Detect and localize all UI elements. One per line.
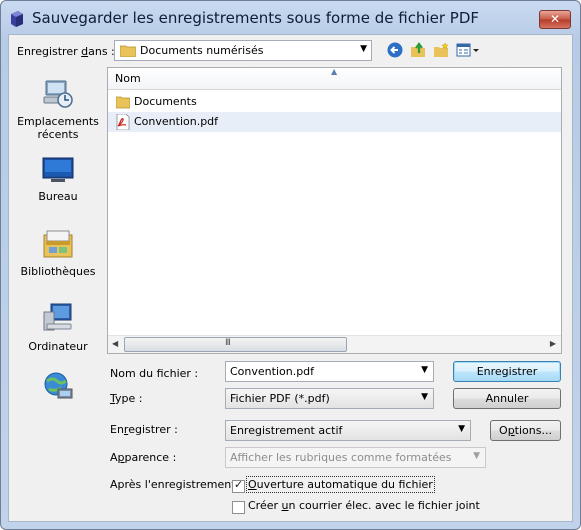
- cancel-button[interactable]: Annuler: [453, 388, 561, 409]
- close-icon: ✕: [549, 12, 561, 26]
- window-title: Sauvegarder les enregistrements sous for…: [32, 9, 479, 27]
- attach-email-checkbox[interactable]: [232, 501, 245, 514]
- folder-icon: [120, 45, 136, 57]
- list-item[interactable]: Documents: [108, 92, 561, 112]
- appearance-select[interactable]: Afficher les rubriques comme formatées ▼: [225, 447, 486, 468]
- place-label: Bureau: [38, 190, 78, 203]
- place-label: Ordinateur: [28, 340, 88, 353]
- open-automatically-checkbox[interactable]: ✓: [232, 478, 245, 493]
- open-automatically-label[interactable]: Ouverture automatique du fichier: [246, 476, 435, 493]
- chevron-down-icon: ▼: [473, 451, 480, 461]
- pdf-file-icon: [116, 114, 130, 130]
- save-in-label: Enregistrer dans :: [17, 45, 115, 58]
- column-header-label: Nom: [115, 72, 141, 85]
- attach-email-label[interactable]: Créer un courrier élec. avec le fichier …: [248, 499, 480, 512]
- app-icon: [11, 11, 23, 27]
- close-button[interactable]: ✕: [539, 10, 571, 29]
- places-bar: Emplacements récents Bureau Bibliothèque…: [9, 67, 107, 457]
- scroll-grip: III: [225, 338, 231, 348]
- options-button[interactable]: Options...: [490, 420, 561, 441]
- column-header-name[interactable]: Nom ▲: [108, 67, 561, 90]
- back-icon[interactable]: [387, 42, 403, 58]
- save-as-pdf-dialog: Sauvegarder les enregistrements sous for…: [0, 0, 581, 530]
- sort-ascending-icon: ▲: [331, 67, 338, 76]
- record-value: Enregistrement actif: [230, 424, 343, 437]
- chevron-down-icon: ▼: [458, 424, 465, 434]
- new-folder-icon[interactable]: [433, 42, 449, 58]
- recent-places-icon: [43, 80, 73, 108]
- file-list[interactable]: Nom ▲ Documents Convention.pdf ◀ III ▶: [107, 67, 562, 354]
- place-label: Bibliothèques: [20, 265, 96, 278]
- location-bar: Enregistrer dans : Documents numérisés ▼: [9, 35, 572, 67]
- up-folder-icon[interactable]: [410, 42, 426, 58]
- folder-icon: [116, 96, 130, 109]
- appearance-label: Apparence :: [110, 451, 177, 464]
- scroll-left-icon[interactable]: ◀: [112, 339, 118, 348]
- scroll-thumb[interactable]: III: [124, 337, 347, 352]
- chevron-down-icon[interactable]: ▼: [421, 365, 428, 375]
- computer-icon: [43, 303, 72, 331]
- filename-label: Nom du fichier :: [110, 367, 199, 380]
- location-value: Documents numérisés: [140, 44, 264, 57]
- title-bar[interactable]: Sauvegarder les enregistrements sous for…: [1, 1, 580, 37]
- place-label: Emplacements récents: [17, 115, 99, 141]
- type-label: Type :: [110, 392, 143, 405]
- scroll-right-icon[interactable]: ▶: [550, 339, 556, 348]
- chevron-down-icon: ▼: [421, 392, 428, 402]
- place-recent[interactable]: Emplacements récents: [9, 77, 107, 141]
- record-select[interactable]: Enregistrement actif ▼: [225, 420, 471, 441]
- list-item-label: Convention.pdf: [134, 115, 219, 128]
- after-save-label: Après l'enregistrement :: [110, 478, 243, 491]
- place-libraries[interactable]: Bibliothèques: [9, 227, 107, 278]
- horizontal-scrollbar[interactable]: ◀ III ▶: [108, 335, 561, 353]
- save-button[interactable]: Enregistrer: [453, 361, 561, 382]
- filename-value: Convention.pdf: [230, 365, 315, 378]
- place-network[interactable]: [9, 370, 107, 404]
- chevron-down-icon: ▼: [360, 44, 367, 54]
- file-type-value: Fichier PDF (*.pdf): [230, 392, 330, 405]
- desktop-icon: [42, 157, 74, 182]
- place-desktop[interactable]: Bureau: [9, 152, 107, 203]
- record-label: Enregistrer :: [110, 423, 178, 436]
- view-menu-icon[interactable]: [456, 42, 480, 58]
- network-icon: [44, 372, 73, 399]
- list-item[interactable]: Convention.pdf: [108, 112, 561, 132]
- location-dropdown[interactable]: Documents numérisés ▼: [114, 40, 372, 61]
- place-computer[interactable]: Ordinateur: [9, 302, 107, 353]
- dialog-body: Enregistrer dans : Documents numérisés ▼: [8, 34, 573, 522]
- checkmark-icon: ✓: [234, 478, 244, 491]
- file-type-select[interactable]: Fichier PDF (*.pdf) ▼: [225, 388, 434, 409]
- list-item-label: Documents: [134, 95, 197, 108]
- filename-field[interactable]: Convention.pdf ▼: [225, 361, 434, 382]
- libraries-icon: [43, 230, 73, 258]
- appearance-value: Afficher les rubriques comme formatées: [230, 451, 452, 464]
